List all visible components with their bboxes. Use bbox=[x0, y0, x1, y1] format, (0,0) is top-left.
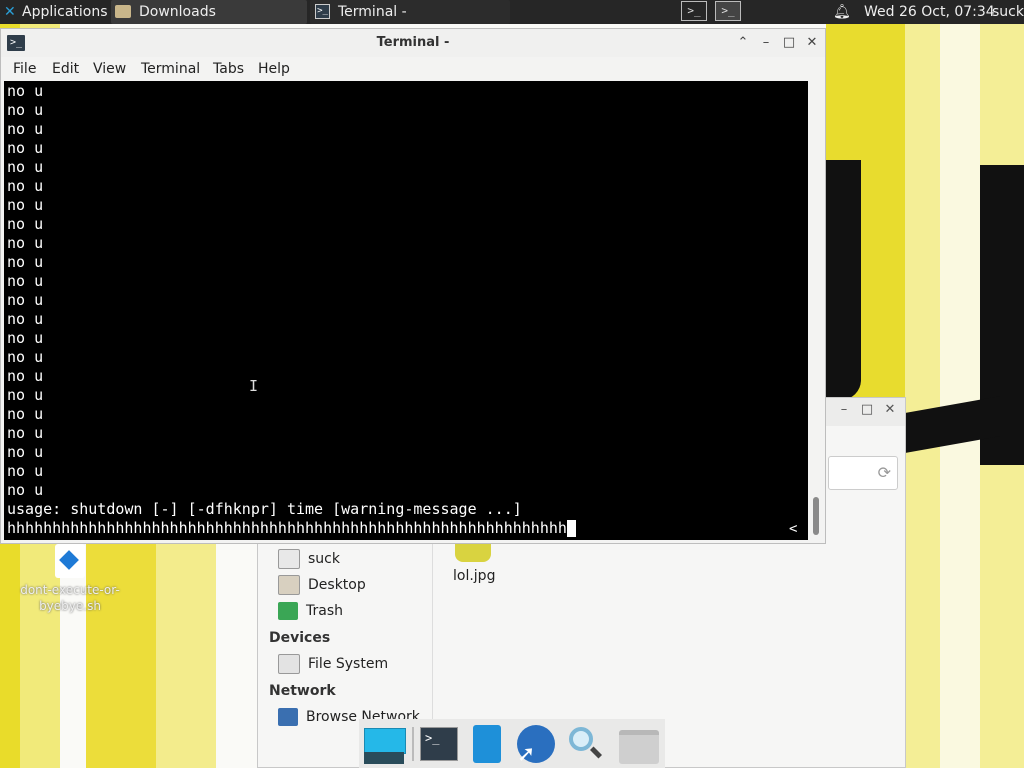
desktop-file-label: dont-execute-or-byebye.sh bbox=[20, 583, 120, 613]
home-icon bbox=[278, 549, 300, 569]
shade-icon[interactable]: ⌃ bbox=[734, 34, 752, 52]
folder-icon bbox=[115, 5, 131, 18]
trash-icon bbox=[278, 602, 298, 620]
close-icon[interactable]: ✕ bbox=[803, 34, 821, 52]
terminal-line: no u bbox=[7, 215, 44, 233]
sidebar-item-home[interactable]: suck bbox=[278, 548, 340, 570]
terminal-icon[interactable]: >_ bbox=[417, 722, 461, 766]
minimize-icon[interactable]: – bbox=[836, 402, 852, 418]
maximize-icon[interactable]: □ bbox=[859, 402, 875, 418]
folder-icon bbox=[278, 575, 300, 595]
menu-tabs[interactable]: Tabs bbox=[213, 57, 244, 81]
terminal-line: no u bbox=[7, 310, 44, 328]
devices-heading: Devices bbox=[269, 630, 331, 646]
terminal-titlebar[interactable]: Terminal - >_ ⌃ – □ ✕ bbox=[1, 29, 825, 57]
sidebar-item-trash[interactable]: Trash bbox=[278, 600, 343, 622]
terminal-line: no u bbox=[7, 82, 44, 100]
menu-view[interactable]: View bbox=[93, 57, 126, 81]
script-file-icon bbox=[55, 544, 85, 578]
terminal-screen[interactable]: no u no u no u no u no u no u no u no u no u no u… bbox=[4, 81, 808, 540]
clock[interactable]: Wed 26 Oct, 07:34 bbox=[864, 0, 995, 24]
terminal-line: no u bbox=[7, 272, 44, 290]
sidebar-item-desktop[interactable]: Desktop bbox=[278, 574, 366, 596]
file-name: lol.jpg bbox=[453, 568, 496, 584]
terminal-line: no u bbox=[7, 139, 44, 157]
desktop-file-icon[interactable]: dont-execute-or-byebye.sh bbox=[20, 544, 120, 614]
terminal-line: no u bbox=[7, 101, 44, 119]
terminal-line: no u bbox=[7, 234, 44, 252]
search-icon[interactable] bbox=[563, 722, 607, 766]
scrollbar-thumb[interactable] bbox=[813, 497, 819, 535]
terminal-line: no u bbox=[7, 291, 44, 309]
network-icon bbox=[278, 708, 298, 726]
minimize-icon[interactable]: – bbox=[757, 34, 775, 52]
show-desktop-icon[interactable] bbox=[362, 722, 406, 766]
taskbar-item-downloads[interactable]: Downloads bbox=[111, 0, 307, 24]
terminal-line: no u bbox=[7, 481, 44, 499]
applications-menu-button[interactable]: ✕ Applications bbox=[2, 0, 112, 24]
terminal-input-text: hhhhhhhhhhhhhhhhhhhhhhhhhhhhhhhhhhhhhhhh… bbox=[7, 519, 567, 537]
terminal-line: no u bbox=[7, 253, 44, 271]
file-manager-icon[interactable] bbox=[615, 722, 659, 766]
taskbar-item-terminal[interactable]: >_ Terminal - bbox=[310, 0, 510, 24]
terminal-icon[interactable]: >_ bbox=[7, 35, 25, 51]
terminal-line: no u bbox=[7, 443, 44, 461]
terminal-input-line[interactable]: hhhhhhhhhhhhhhhhhhhhhhhhhhhhhhhhhhhhhhhh… bbox=[7, 519, 576, 538]
menu-help[interactable]: Help bbox=[258, 57, 290, 81]
terminal-cursor bbox=[566, 520, 576, 537]
terminal-output: no u no u no u no u no u no u no u no u no u no u… bbox=[7, 82, 576, 538]
text-cursor-icon: I bbox=[249, 377, 259, 395]
terminal-line: no u bbox=[7, 196, 44, 214]
web-browser-icon[interactable]: ➚ bbox=[514, 722, 558, 767]
mail-icon[interactable] bbox=[467, 722, 511, 766]
location-bar[interactable]: ⟳ bbox=[828, 456, 898, 490]
window-title: Terminal - bbox=[376, 35, 450, 50]
menu-edit[interactable]: Edit bbox=[52, 57, 79, 81]
menu-file[interactable]: File bbox=[13, 57, 36, 81]
scrollbar[interactable] bbox=[809, 81, 823, 540]
line-overflow-marker: < bbox=[789, 521, 798, 537]
close-icon[interactable]: ✕ bbox=[882, 402, 898, 418]
xfce-logo-icon: ✕ bbox=[4, 4, 16, 20]
terminal-line: no u bbox=[7, 177, 44, 195]
reload-icon[interactable]: ⟳ bbox=[878, 463, 891, 482]
workspace-2-button[interactable]: >_ bbox=[715, 1, 741, 21]
menu-terminal[interactable]: Terminal bbox=[141, 57, 200, 81]
terminal-line: usage: shutdown [-] [-dfhknpr] time [war… bbox=[7, 500, 522, 518]
sidebar-item-file-system[interactable]: File System bbox=[278, 653, 388, 675]
terminal-line: no u bbox=[7, 405, 44, 423]
top-panel: ✕ Applications Downloads >_ Terminal - >_ … bbox=[0, 0, 1024, 24]
terminal-line: no u bbox=[7, 424, 44, 442]
terminal-line: no u bbox=[7, 386, 44, 404]
terminal-line: no u bbox=[7, 367, 44, 385]
notification-bell-icon[interactable]: 🔔︎ bbox=[833, 0, 851, 24]
terminal-window[interactable]: Terminal - >_ ⌃ – □ ✕ File Edit View Ter… bbox=[0, 28, 826, 544]
terminal-icon: >_ bbox=[315, 4, 330, 19]
drive-icon bbox=[278, 654, 300, 674]
network-heading: Network bbox=[269, 683, 336, 699]
terminal-line: no u bbox=[7, 158, 44, 176]
dock: >_ ➚ bbox=[359, 719, 665, 768]
menu-bar: File Edit View Terminal Tabs Help bbox=[1, 57, 825, 81]
terminal-line: no u bbox=[7, 348, 44, 366]
user-menu[interactable]: suck bbox=[992, 0, 1024, 24]
maximize-icon[interactable]: □ bbox=[780, 34, 798, 52]
workspace-1-button[interactable]: >_ bbox=[681, 1, 707, 21]
dock-separator bbox=[412, 727, 414, 761]
terminal-line: no u bbox=[7, 462, 44, 480]
terminal-line: no u bbox=[7, 329, 44, 347]
terminal-line: no u bbox=[7, 120, 44, 138]
